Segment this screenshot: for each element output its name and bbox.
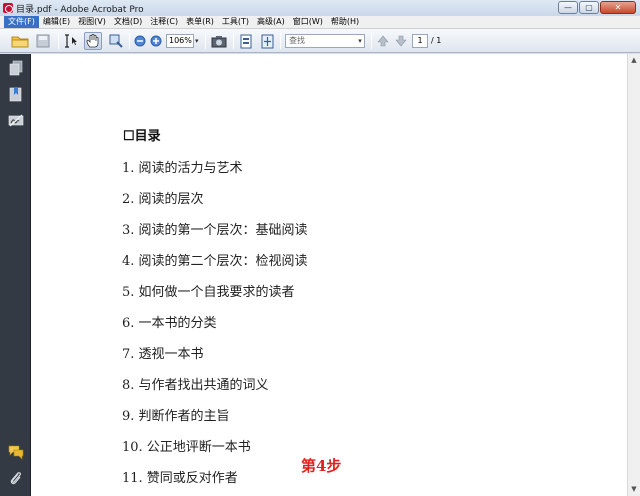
menu-view[interactable]: 视图(V) (74, 16, 110, 28)
find-input[interactable]: 查找 (285, 34, 365, 48)
toolbar-separator (233, 33, 234, 49)
menu-file[interactable]: 文件(F) (4, 16, 39, 28)
bookmarks-icon[interactable] (8, 86, 24, 102)
hand-tool-icon[interactable] (84, 32, 102, 50)
zoom-level-input[interactable]: 106% (166, 34, 194, 48)
save-icon[interactable] (34, 32, 52, 50)
toolbar: 106% ▾ 查找 ▾ 1 / 1 (0, 29, 640, 53)
comments-icon[interactable] (8, 444, 24, 460)
select-text-icon[interactable] (63, 32, 81, 50)
menu-edit[interactable]: 编辑(E) (39, 16, 74, 28)
attachments-icon[interactable] (8, 470, 24, 486)
toc-heading: ☐目录 (123, 129, 161, 144)
pages-icon[interactable] (8, 60, 24, 76)
toc-item: 2. 阅读的层次 (122, 192, 204, 207)
toc-item: 6. 一本书的分类 (122, 316, 217, 331)
signatures-icon[interactable] (8, 112, 24, 128)
previous-page-icon[interactable] (375, 32, 390, 50)
toc-item: 4. 阅读的第二个层次：检视阅读 (122, 254, 308, 269)
zoom-tool-icon[interactable] (107, 32, 125, 50)
scroll-up-arrow-icon[interactable]: ▲ (628, 54, 640, 67)
next-page-icon[interactable] (393, 32, 408, 50)
toc-item: 5. 如何做一个自我要求的读者 (122, 285, 295, 300)
toc-item: 1. 阅读的活力与艺术 (122, 161, 243, 176)
menu-bar: 文件(F) 编辑(E) 视图(V) 文档(D) 注释(C) 表单(R) 工具(T… (0, 16, 640, 29)
single-page-icon[interactable] (237, 32, 255, 50)
menu-forms[interactable]: 表单(R) (182, 16, 218, 28)
scroll-down-arrow-icon[interactable]: ▼ (628, 483, 640, 496)
toc-item: 3. 阅读的第一个层次：基础阅读 (122, 223, 308, 238)
toc-item: 7. 透视一本书 (122, 347, 204, 362)
toolbar-separator (58, 33, 59, 49)
menu-window[interactable]: 窗口(W) (289, 16, 327, 28)
minimize-button[interactable]: — (558, 1, 578, 14)
snapshot-icon[interactable] (209, 32, 229, 50)
zoom-in-icon[interactable] (149, 32, 163, 50)
open-folder-icon[interactable] (10, 32, 30, 50)
find-dropdown-arrow-icon[interactable]: ▾ (355, 34, 365, 48)
menu-help[interactable]: 帮助(H) (327, 16, 363, 28)
toc-item: 8. 与作者找出共通的词义 (122, 378, 269, 393)
close-button[interactable]: ✕ (600, 1, 636, 14)
menu-advanced[interactable]: 高级(A) (253, 16, 289, 28)
vertical-scrollbar[interactable]: ▲ ▼ (627, 54, 640, 496)
toolbar-separator (371, 33, 372, 49)
navigation-panel (0, 54, 31, 496)
toolbar-separator (280, 33, 281, 49)
menu-tools[interactable]: 工具(T) (218, 16, 253, 28)
menu-document[interactable]: 文档(D) (110, 16, 146, 28)
zoom-out-icon[interactable] (133, 32, 147, 50)
zoom-dropdown-arrow-icon[interactable]: ▾ (195, 35, 203, 47)
menu-comments[interactable]: 注释(C) (146, 16, 182, 28)
maximize-button[interactable]: ▢ (579, 1, 599, 14)
total-pages-label: / 1 (431, 36, 442, 45)
toc-item: 10. 公正地评断一本书 (122, 440, 251, 455)
window-title: 目录.pdf - Adobe Acrobat Pro (16, 4, 144, 15)
document-page: ☐目录 1. 阅读的活力与艺术 2. 阅读的层次 3. 阅读的第一个层次：基础阅… (31, 54, 627, 496)
step-annotation: 第4步 (301, 457, 342, 475)
toolbar-separator (129, 33, 130, 49)
acrobat-app-icon (3, 3, 13, 13)
current-page-input[interactable]: 1 (412, 34, 428, 48)
toc-item: 9. 判断作者的主旨 (122, 409, 230, 424)
toolbar-separator (205, 33, 206, 49)
toc-item: 11. 赞同或反对作者 (122, 471, 238, 486)
window-controls: — ▢ ✕ (557, 1, 636, 14)
fit-page-icon[interactable] (258, 32, 276, 50)
title-bar: 目录.pdf - Adobe Acrobat Pro — ▢ ✕ (0, 0, 640, 16)
